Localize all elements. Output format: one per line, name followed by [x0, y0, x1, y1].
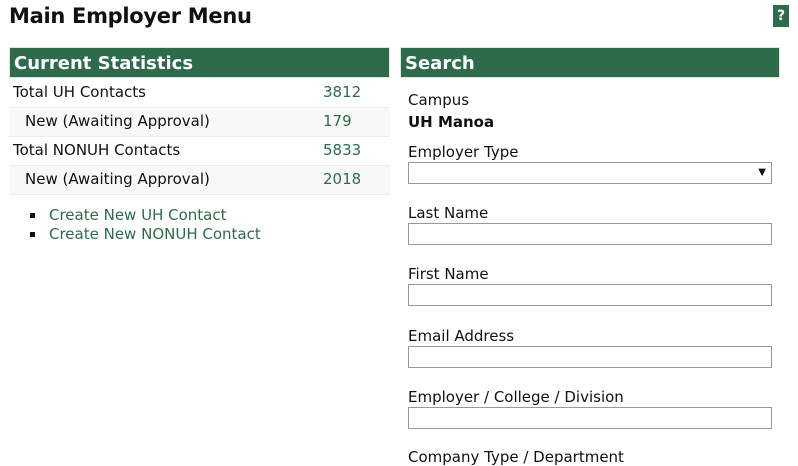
stats-label: Total NONUH Contacts — [13, 141, 181, 159]
help-icon[interactable]: ? — [773, 5, 789, 27]
first-name-field[interactable] — [408, 284, 772, 306]
stats-label: Total UH Contacts — [13, 83, 147, 101]
stats-value: 5833 — [323, 141, 362, 159]
employer-type-select[interactable]: ▼ — [408, 162, 772, 184]
create-nonuh-contact-link[interactable]: Create New NONUH Contact — [49, 225, 261, 243]
stats-value: 2018 — [323, 170, 362, 188]
last-name-label: Last Name — [408, 204, 489, 222]
list-item: Create New UH Contact — [30, 206, 261, 225]
campus-label: Campus — [408, 91, 470, 109]
employer-field[interactable] — [408, 407, 772, 429]
company-type-label: Company Type / Department — [408, 448, 624, 466]
first-name-label: First Name — [408, 265, 489, 283]
stats-row-total-nonuh: Total NONUH Contacts 5833 — [9, 137, 390, 166]
employer-label: Employer / College / Division — [408, 388, 624, 406]
email-label: Email Address — [408, 327, 515, 345]
list-item: Create New NONUH Contact — [30, 225, 261, 244]
stats-panel-header: Current Statistics — [9, 47, 390, 78]
stats-value: 3812 — [323, 83, 362, 101]
bullet-icon — [30, 232, 35, 237]
stats-table: Total UH Contacts 3812 New (Awaiting App… — [9, 79, 390, 195]
employer-type-label: Employer Type — [408, 143, 519, 161]
stats-row-total-uh: Total UH Contacts 3812 — [9, 79, 390, 108]
campus-value: UH Manoa — [408, 113, 495, 131]
create-uh-contact-link[interactable]: Create New UH Contact — [49, 206, 226, 224]
last-name-field[interactable] — [408, 223, 772, 245]
stats-label: New (Awaiting Approval) — [25, 170, 210, 188]
page-title: Main Employer Menu — [9, 4, 252, 28]
email-field[interactable] — [408, 346, 772, 368]
bullet-icon — [30, 213, 35, 218]
stats-row-nonuh-awaiting: New (Awaiting Approval) 2018 — [9, 166, 390, 195]
stats-value: 179 — [323, 112, 352, 130]
stats-label: New (Awaiting Approval) — [25, 112, 210, 130]
stats-row-uh-awaiting: New (Awaiting Approval) 179 — [9, 108, 390, 137]
search-panel-header: Search — [400, 47, 780, 78]
chevron-down-icon: ▼ — [758, 167, 766, 178]
create-links-list: Create New UH Contact Create New NONUH C… — [30, 206, 261, 244]
